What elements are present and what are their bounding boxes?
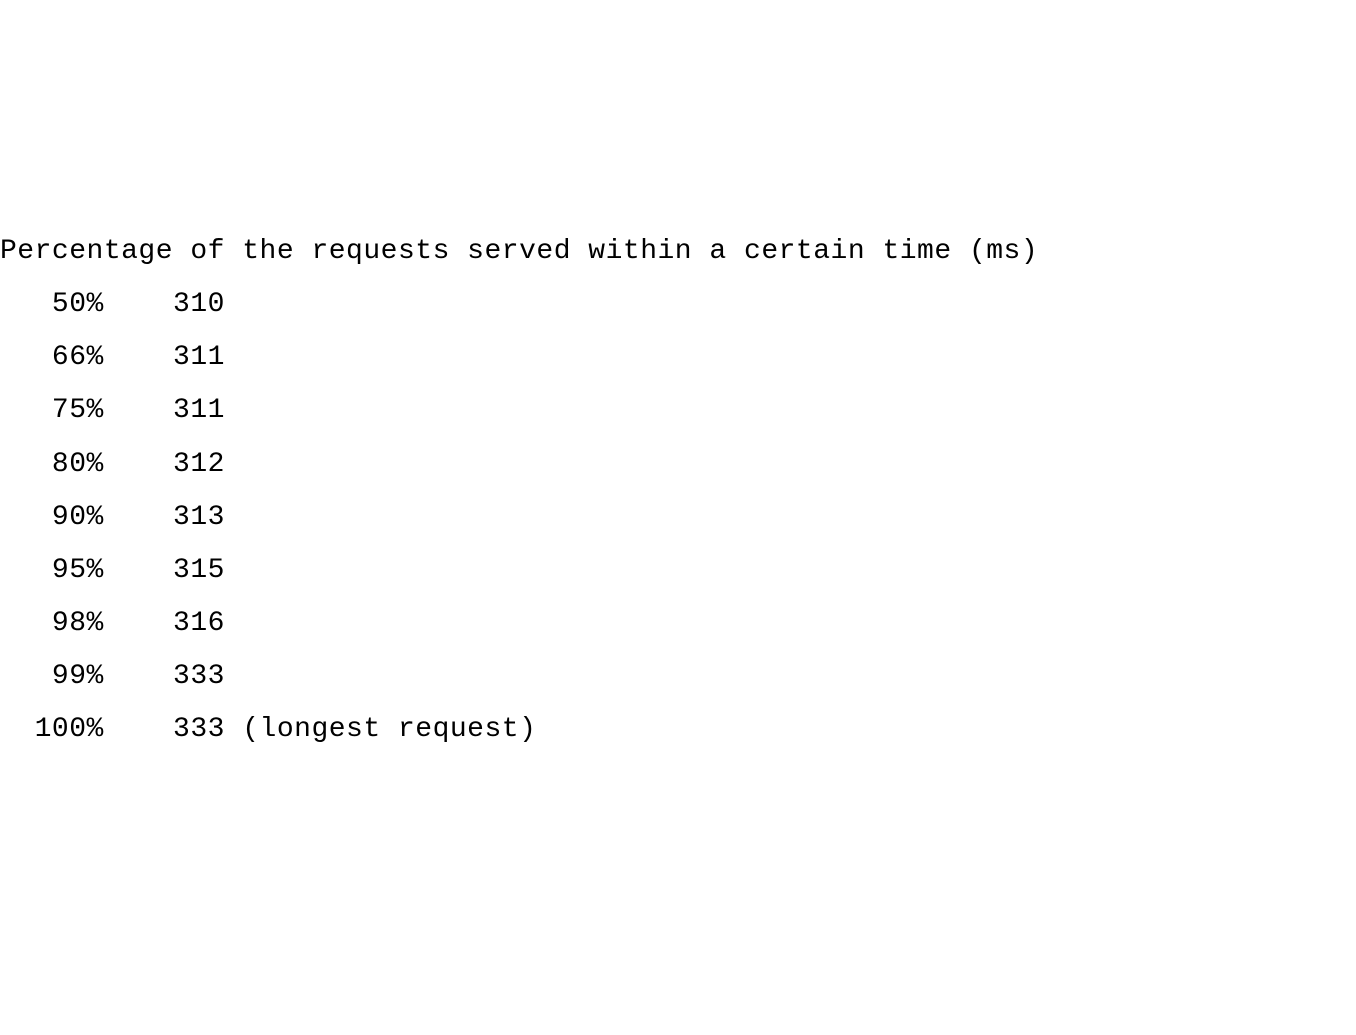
percentile-row: 99% 333 <box>0 650 1356 703</box>
terminal-output: Percentage of the requests served within… <box>0 225 1356 757</box>
percentile-row: 80% 312 <box>0 438 1356 491</box>
percentile-row: 75% 311 <box>0 384 1356 437</box>
percentile-row: 50% 310 <box>0 278 1356 331</box>
percentile-row: 100% 333 (longest request) <box>0 703 1356 756</box>
header-line: Percentage of the requests served within… <box>0 225 1356 278</box>
percentile-row: 90% 313 <box>0 491 1356 544</box>
percentile-row: 95% 315 <box>0 544 1356 597</box>
percentile-row: 66% 311 <box>0 331 1356 384</box>
